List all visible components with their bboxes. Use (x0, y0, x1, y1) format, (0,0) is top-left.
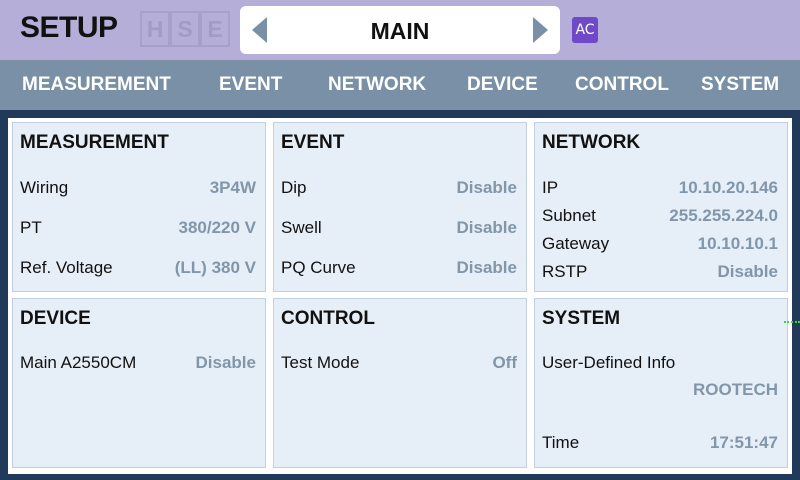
time-value: 17:51:47 (709, 433, 778, 452)
rstp-label: RSTP (542, 262, 588, 281)
tab-system[interactable]: SYSTEM (701, 60, 779, 110)
network-panel[interactable]: NETWORK IP 10.10.20.146 Subnet 255.255.2… (534, 122, 788, 292)
measurement-panel-title: MEASUREMENT (20, 132, 169, 153)
network-panel-title: NETWORK (542, 132, 641, 153)
ip-label: IP (542, 178, 559, 197)
pq-curve-label: PQ Curve (281, 258, 356, 277)
tab-bar: MEASUREMENT EVENT NETWORK DEVICE CONTROL… (0, 60, 800, 110)
page-selector: MAIN (240, 6, 560, 54)
swell-label: Swell (281, 218, 322, 237)
gateway-label: Gateway (542, 234, 610, 253)
tab-network[interactable]: NETWORK (328, 60, 426, 110)
main-device-label: Main A2550CM (20, 353, 137, 372)
ref-voltage-value: (LL) 380 V (174, 258, 256, 277)
subnet-label: Subnet (542, 206, 596, 225)
device-panel[interactable]: DEVICE Main A2550CM Disable (12, 298, 266, 468)
tab-device[interactable]: DEVICE (467, 60, 538, 110)
hse-indicator-group: H S E (140, 11, 230, 47)
header-bar: SETUP H S E MAIN AC (0, 0, 800, 60)
main-device-value: Disable (195, 353, 256, 372)
event-panel[interactable]: EVENT Dip Disable Swell Disable PQ Curve… (273, 122, 527, 292)
page-title: SETUP (20, 11, 118, 44)
rstp-value: Disable (717, 262, 778, 281)
ac-badge: AC (572, 17, 598, 43)
time-label: Time (542, 433, 580, 452)
user-info-label: User-Defined Info (542, 353, 676, 372)
pq-curve-value: Disable (456, 258, 517, 277)
measurement-panel[interactable]: MEASUREMENT Wiring 3P4W PT 380/220 V Ref… (12, 122, 266, 292)
system-panel[interactable]: SYSTEM User-Defined Info ROOTECH Time 17… (534, 298, 788, 468)
tab-control[interactable]: CONTROL (575, 60, 669, 110)
swell-value: Disable (456, 218, 517, 237)
hse-h-indicator: H (140, 11, 170, 47)
test-mode-label: Test Mode (281, 353, 360, 372)
activity-indicator (784, 321, 800, 323)
pt-value: 380/220 V (178, 218, 256, 237)
wiring-value: 3P4W (209, 178, 256, 197)
subnet-value: 255.255.224.0 (669, 206, 778, 225)
ref-voltage-label: Ref. Voltage (20, 258, 113, 277)
hse-e-indicator: E (200, 11, 230, 47)
dip-value: Disable (456, 178, 517, 197)
dip-label: Dip (281, 178, 307, 197)
control-panel[interactable]: CONTROL Test Mode Off (273, 298, 527, 468)
event-panel-title: EVENT (281, 132, 345, 153)
device-panel-title: DEVICE (20, 308, 91, 329)
summary-content: MEASUREMENT Wiring 3P4W PT 380/220 V Ref… (8, 118, 792, 474)
gateway-value: 10.10.10.1 (697, 234, 778, 253)
next-page-arrow-icon[interactable] (520, 6, 560, 54)
control-panel-title: CONTROL (281, 308, 375, 329)
prev-page-arrow-icon[interactable] (240, 6, 280, 54)
tab-measurement[interactable]: MEASUREMENT (22, 60, 171, 110)
pt-label: PT (20, 218, 42, 237)
system-panel-title: SYSTEM (542, 308, 621, 329)
ip-value: 10.10.20.146 (678, 178, 778, 197)
tab-event[interactable]: EVENT (219, 60, 282, 110)
wiring-label: Wiring (20, 178, 69, 197)
user-info-value: ROOTECH (693, 380, 778, 399)
hse-s-indicator: S (170, 11, 200, 47)
test-mode-value: Off (492, 353, 517, 372)
current-page-name: MAIN (370, 18, 430, 44)
